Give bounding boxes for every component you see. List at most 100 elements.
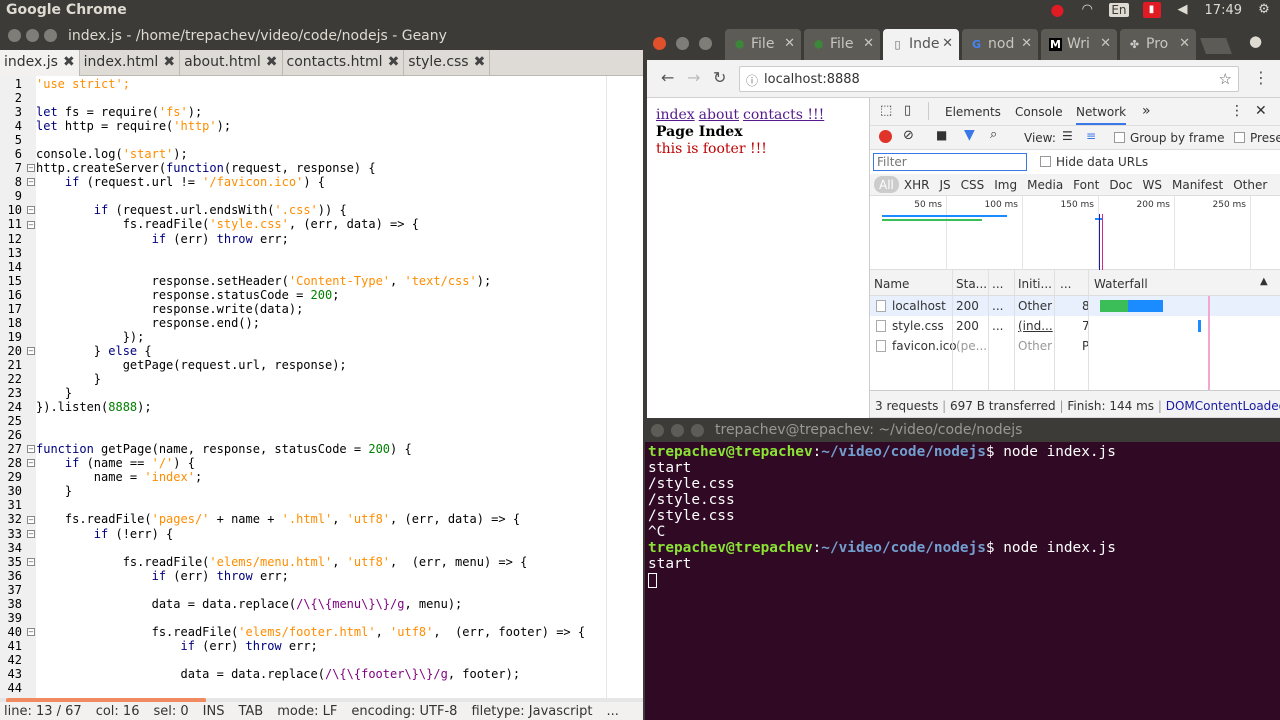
code-line[interactable]: } — [36, 372, 643, 386]
fold-marker-icon[interactable]: − — [27, 515, 35, 524]
code-line[interactable]: if (!err) { — [36, 527, 643, 541]
type-filter-img[interactable]: Img — [989, 176, 1022, 193]
fold-marker-icon[interactable]: − — [27, 529, 35, 538]
close-icon[interactable] — [8, 29, 21, 42]
code-line[interactable]: } — [36, 386, 643, 400]
bookmark-star-icon[interactable]: ☆ — [1219, 70, 1232, 88]
fold-marker-icon[interactable]: − — [27, 346, 35, 355]
tab-about-html[interactable]: about.html ✖ — [180, 50, 283, 76]
code-line[interactable]: name = 'index'; — [36, 470, 643, 484]
browser-tab[interactable]: ✤ Pro ✕ — [1120, 29, 1196, 60]
browser-tab[interactable]: ⬢ File ✕ — [725, 29, 801, 60]
gear-icon[interactable]: ⚙ — [1256, 2, 1272, 18]
device-icon[interactable]: ▯ — [904, 103, 911, 118]
type-filter-xhr[interactable]: XHR — [899, 176, 935, 193]
code-line[interactable]: response.setHeader('Content-Type', 'text… — [36, 274, 643, 288]
close-icon[interactable]: ✖ — [266, 54, 278, 76]
col-type[interactable]: ... — [992, 277, 1003, 291]
sort-up-icon[interactable]: ▲ — [1260, 276, 1268, 287]
tab-index-js[interactable]: index.js ✖ — [0, 50, 80, 76]
minimize-icon[interactable] — [676, 37, 689, 50]
code-line[interactable]: if (err) throw err; — [36, 639, 643, 653]
close-icon[interactable] — [653, 37, 666, 50]
code-line[interactable]: response.end(); — [36, 316, 643, 330]
browser-tab[interactable]: ⬢ File ✕ — [804, 29, 880, 60]
code-lines[interactable]: 'use strict'; let fs = require('fs'); let … — [36, 76, 643, 695]
minimize-icon[interactable] — [671, 424, 684, 437]
tab-elements[interactable]: Elements — [945, 105, 1001, 119]
type-filter-css[interactable]: CSS — [956, 176, 990, 193]
type-filter-doc[interactable]: Doc — [1104, 176, 1137, 193]
close-icon[interactable]: ✖ — [63, 54, 75, 76]
code-line[interactable]: if (name == '/') { — [36, 456, 643, 470]
close-icon[interactable]: ✕ — [1021, 36, 1032, 51]
camera-icon[interactable]: ■ — [936, 128, 947, 142]
code-line[interactable] — [36, 189, 643, 203]
minimize-icon[interactable] — [26, 29, 39, 42]
close-icon[interactable] — [651, 424, 664, 437]
code-line[interactable] — [36, 611, 643, 625]
record-icon[interactable] — [879, 130, 892, 143]
fold-marker-icon[interactable]: − — [27, 164, 35, 173]
maximize-icon[interactable] — [44, 29, 57, 42]
code-line[interactable]: if (err) throw err; — [36, 569, 643, 583]
browser-tab-active[interactable]: ▯ Inde ✕ — [883, 29, 959, 60]
close-icon[interactable]: ✖ — [388, 54, 400, 76]
tab-network[interactable]: Network — [1076, 105, 1127, 125]
code-line[interactable] — [36, 498, 643, 512]
fold-marker-icon[interactable]: − — [27, 178, 35, 187]
code-line[interactable]: fs.readFile('pages/' + name + '.html', '… — [36, 512, 643, 526]
inspect-icon[interactable]: ⬚ — [880, 103, 892, 118]
close-icon[interactable]: ✖ — [474, 54, 486, 76]
code-line[interactable]: if (request.url != '/favicon.ico') { — [36, 175, 643, 189]
close-icon[interactable]: ✕ — [1179, 36, 1190, 51]
close-icon[interactable]: ✕ — [863, 36, 874, 51]
close-icon[interactable]: ✕ — [784, 36, 795, 51]
record-icon[interactable]: ● — [1049, 2, 1065, 18]
request-row[interactable]: style.css 200... (ind... 7 — [870, 316, 1280, 336]
devtools-menu-icon[interactable]: ⋮ — [1230, 103, 1244, 119]
preserve-log-checkbox[interactable] — [1234, 132, 1245, 143]
tab-console[interactable]: Console — [1015, 105, 1063, 119]
type-filter-media[interactable]: Media — [1022, 176, 1068, 193]
tab-style-css[interactable]: style.css ✖ — [404, 50, 491, 76]
request-row[interactable]: localhost 200... Other 8 — [870, 296, 1280, 316]
more-tabs-icon[interactable]: » — [1142, 103, 1151, 119]
back-icon[interactable]: ← — [661, 68, 674, 87]
code-line[interactable] — [36, 414, 643, 428]
code-line[interactable]: function getPage(name, response, statusC… — [36, 442, 643, 456]
tab-index-html[interactable]: index.html ✖ — [80, 50, 181, 76]
code-line[interactable]: response.write(data); — [36, 302, 643, 316]
code-line[interactable]: http.createServer(function(request, resp… — [36, 161, 643, 175]
fold-marker-icon[interactable]: − — [27, 627, 35, 636]
type-filter-other[interactable]: Other — [1228, 176, 1272, 193]
new-tab-button[interactable] — [1200, 38, 1232, 54]
code-line[interactable] — [36, 133, 643, 147]
type-filter-all[interactable]: All — [874, 176, 899, 193]
code-line[interactable] — [36, 91, 643, 105]
code-line[interactable]: let fs = require('fs'); — [36, 105, 643, 119]
fold-marker-icon[interactable]: − — [27, 459, 35, 468]
code-line[interactable]: }).listen(8888); — [36, 400, 643, 414]
profile-icon[interactable]: ● — [1249, 32, 1262, 50]
fold-marker-icon[interactable]: − — [27, 220, 35, 229]
waterfall-view-icon[interactable]: ≡ — [1086, 129, 1096, 143]
code-line[interactable]: data = data.replace(/\{\{footer\}\}/g, f… — [36, 667, 643, 681]
code-line[interactable] — [36, 583, 643, 597]
request-row[interactable]: favicon.ico (pe... Other P — [870, 336, 1280, 356]
terminal-output[interactable]: trepachev@trepachev:~/video/code/nodejs$… — [648, 444, 1278, 588]
wifi-icon[interactable]: ◠ — [1079, 2, 1095, 18]
fold-marker-icon[interactable]: − — [27, 206, 35, 215]
close-icon[interactable]: ✕ — [1255, 103, 1267, 119]
filter-input[interactable] — [873, 153, 1027, 171]
code-line[interactable] — [36, 428, 643, 442]
address-bar[interactable]: ⓘ localhost:8888 ☆ — [739, 66, 1239, 92]
clear-icon[interactable]: ⊘ — [903, 128, 914, 143]
code-line[interactable]: } — [36, 484, 643, 498]
link-about[interactable]: about — [699, 107, 739, 123]
code-line[interactable]: data = data.replace(/\{\{menu\}\}/g, men… — [36, 597, 643, 611]
code-line[interactable] — [36, 246, 643, 260]
code-line[interactable] — [36, 681, 643, 695]
code-line[interactable]: if (err) throw err; — [36, 232, 643, 246]
search-icon[interactable]: ⌕ — [990, 127, 997, 142]
